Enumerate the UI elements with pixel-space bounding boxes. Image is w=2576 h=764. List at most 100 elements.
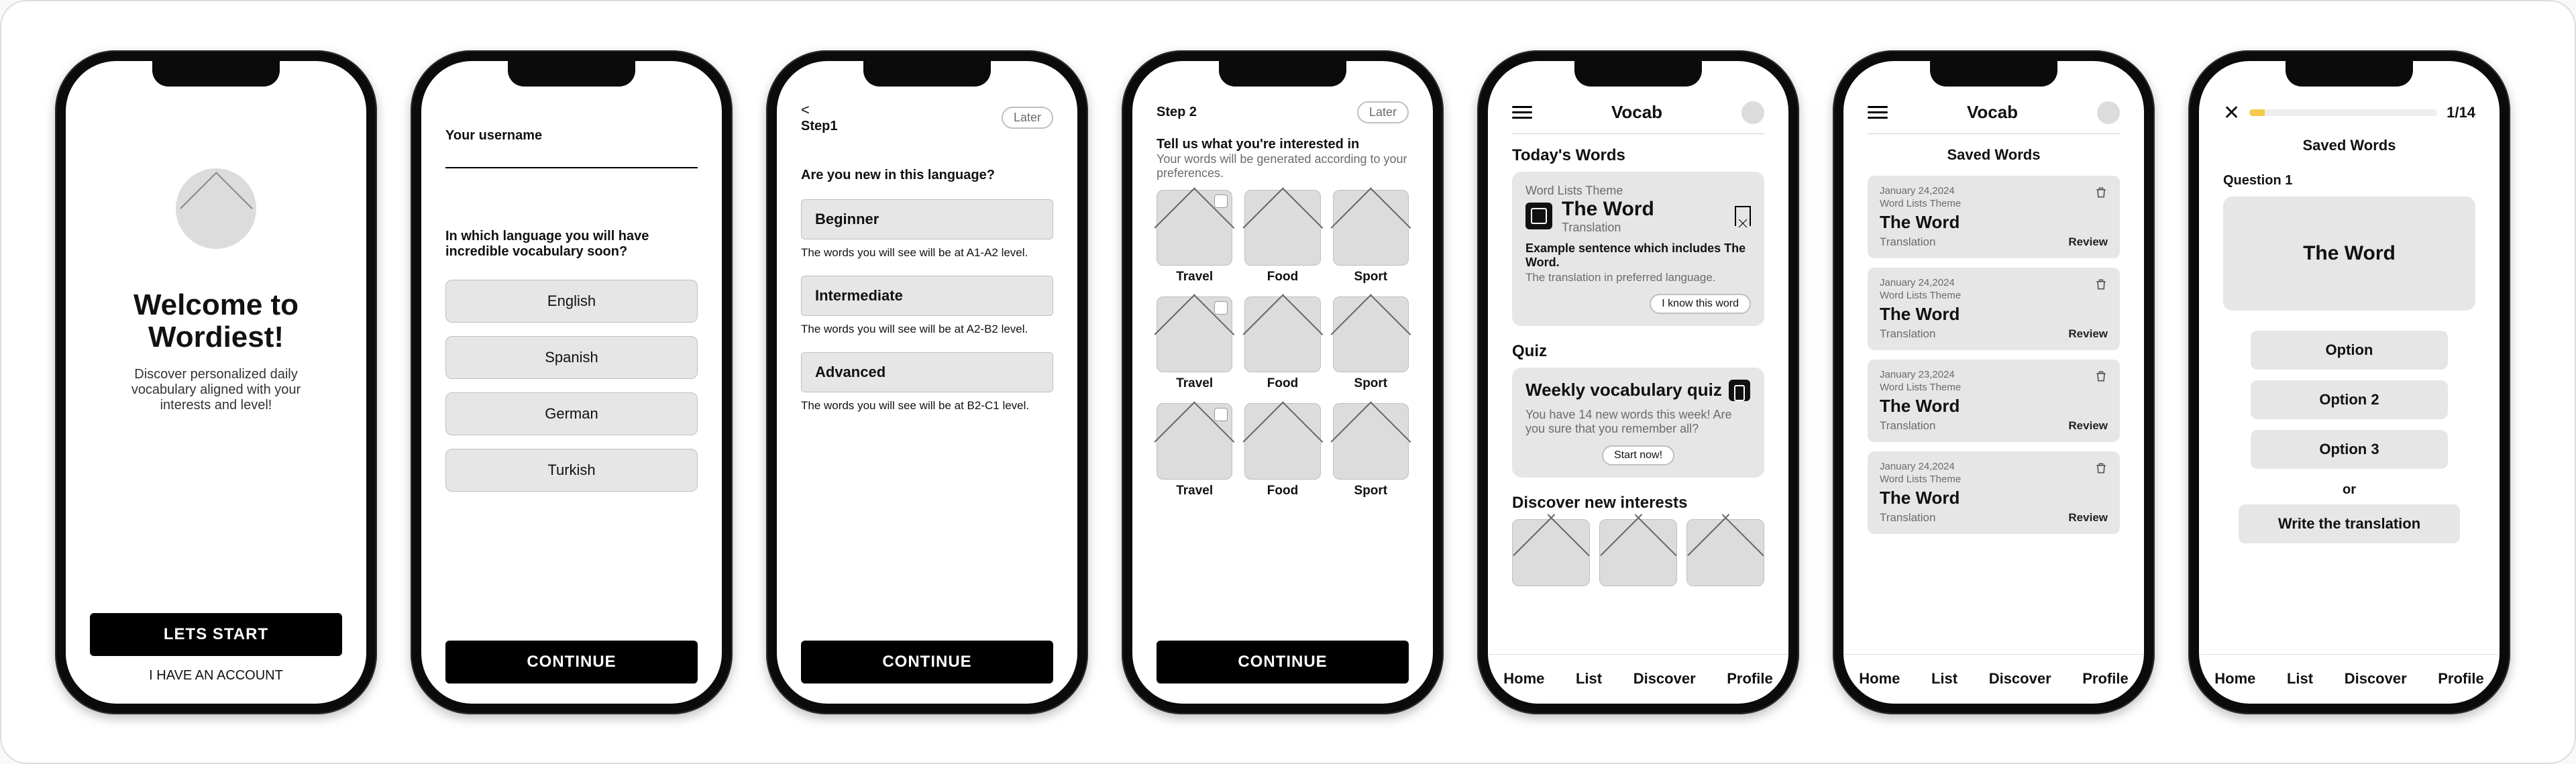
interest-tile[interactable]: [1157, 190, 1232, 266]
lang-option-german[interactable]: German: [445, 392, 698, 435]
nav-discover[interactable]: Discover: [1989, 670, 2051, 688]
quiz-option-2[interactable]: Option 2: [2251, 380, 2447, 419]
interest-tile[interactable]: [1244, 296, 1320, 372]
nav-home[interactable]: Home: [1859, 670, 1900, 688]
continue-button[interactable]: CONTINUE: [1157, 641, 1409, 684]
menu-icon[interactable]: [1868, 103, 1888, 122]
interest-tile[interactable]: [1244, 403, 1320, 479]
nav-home[interactable]: Home: [2214, 670, 2255, 688]
interest-tile[interactable]: [1333, 403, 1409, 479]
word-translation-label: Translation: [1562, 221, 1654, 235]
saved-date: January 24,2024: [1880, 277, 2108, 288]
avatar[interactable]: [1741, 101, 1764, 124]
write-translation-button[interactable]: Write the translation: [2239, 504, 2461, 543]
trash-icon[interactable]: [2094, 461, 2108, 479]
interest-label: Sport: [1354, 376, 1388, 391]
page-title: Vocab: [1888, 102, 2097, 123]
lets-start-button[interactable]: LETS START: [90, 613, 342, 656]
bottom-nav: Home List Discover Profile: [1843, 654, 2144, 704]
saved-date: January 23,2024: [1880, 369, 2108, 380]
trash-icon[interactable]: [2094, 185, 2108, 203]
quiz-card-text: You have 14 new words this week! Are you…: [1525, 408, 1751, 436]
lang-option-spanish[interactable]: Spanish: [445, 336, 698, 379]
word-title: The Word: [1562, 198, 1654, 221]
bookmark-icon[interactable]: [1735, 206, 1751, 226]
saved-word-item[interactable]: January 24,2024Word Lists ThemeThe WordT…: [1868, 451, 2120, 534]
discover-tile[interactable]: [1512, 519, 1590, 586]
review-button[interactable]: Review: [2068, 511, 2108, 525]
saved-word: The Word: [1880, 304, 2108, 325]
saved-word-item[interactable]: January 24,2024 Word Lists Theme The Word T…: [1868, 268, 2120, 350]
discover-tile[interactable]: [1599, 519, 1677, 586]
interest-tile[interactable]: [1333, 296, 1409, 372]
review-button[interactable]: Review: [2068, 419, 2108, 433]
interest-label: Food: [1267, 484, 1298, 498]
level-beginner[interactable]: Beginner: [801, 199, 1053, 239]
level-intermediate[interactable]: Intermediate: [801, 276, 1053, 316]
later-button[interactable]: Later: [1357, 101, 1409, 123]
lang-option-turkish[interactable]: Turkish: [445, 449, 698, 492]
interest-tile[interactable]: [1244, 190, 1320, 266]
phone-interests: Step 2 Later Tell us what you're interes…: [1122, 50, 1444, 714]
continue-button[interactable]: CONTINUE: [445, 641, 698, 684]
level-intermediate-note: The words you will see will be at A2-B2 …: [801, 323, 1053, 336]
phone-welcome: Welcome to Wordiest! Discover personaliz…: [55, 50, 377, 714]
nav-list[interactable]: List: [1576, 670, 1602, 688]
discover-strip: [1512, 519, 1764, 586]
phone-language: Your username In which language you will…: [411, 50, 733, 714]
nav-profile[interactable]: Profile: [2082, 670, 2128, 688]
continue-button[interactable]: CONTINUE: [801, 641, 1053, 684]
interest-tile[interactable]: [1333, 190, 1409, 266]
nav-list[interactable]: List: [2287, 670, 2313, 688]
saved-theme: Word Lists Theme: [1880, 290, 2108, 301]
saved-translation: Translation: [1880, 419, 1935, 433]
have-account-link[interactable]: I HAVE AN ACCOUNT: [90, 668, 342, 684]
nav-discover[interactable]: Discover: [1633, 670, 1696, 688]
nav-discover[interactable]: Discover: [2345, 670, 2407, 688]
saved-translation: Translation: [1880, 327, 1935, 341]
nav-list[interactable]: List: [1931, 670, 1957, 688]
know-word-button[interactable]: I know this word: [1650, 294, 1751, 314]
level-advanced-note: The words you will see will be at B2-C1 …: [801, 399, 1053, 413]
saved-title: Saved Words: [1868, 146, 2120, 164]
lang-option-english[interactable]: English: [445, 280, 698, 323]
or-label: or?: [2223, 482, 2475, 498]
nav-profile[interactable]: Profile: [2438, 670, 2483, 688]
quiz-counter: 1/14: [2447, 104, 2475, 121]
discover-tile[interactable]: [1686, 519, 1764, 586]
start-quiz-button[interactable]: Start now!: [1602, 445, 1674, 466]
quiz-option-1[interactable]: Option: [2251, 331, 2447, 370]
bottom-nav: Home List Discover Profile: [1488, 654, 1788, 704]
level-advanced[interactable]: Advanced: [801, 352, 1053, 392]
close-icon[interactable]: ✕: [2223, 101, 2240, 125]
review-button[interactable]: Review: [2068, 235, 2108, 249]
later-button[interactable]: Later: [1002, 107, 1053, 129]
interest-tile[interactable]: [1157, 296, 1232, 372]
saved-words-list: January 24,2024 Word Lists Theme The Word T…: [1868, 176, 2120, 543]
saved-word: The Word: [1880, 488, 2108, 508]
quiz-question-label: Question 1: [2223, 173, 2475, 188]
avatar[interactable]: [2097, 101, 2120, 124]
step-label: Step 2: [1157, 105, 1197, 120]
back-button[interactable]: <: [801, 101, 837, 119]
trash-icon[interactable]: [2094, 277, 2108, 295]
phone-level: < Step1 Later Are you new in this langua…: [766, 50, 1088, 714]
saved-word-item[interactable]: January 24,2024Word Lists ThemeThe WordT…: [1868, 176, 2120, 258]
menu-icon[interactable]: [1512, 103, 1532, 122]
todays-words-title: Today's Words: [1512, 146, 1764, 165]
review-button[interactable]: Review: [2068, 327, 2108, 341]
quiz-option-3[interactable]: Option 3: [2251, 430, 2447, 469]
saved-translation: Translation: [1880, 235, 1935, 249]
quiz-card: Weekly vocabulary quiz You have 14 new w…: [1512, 368, 1764, 478]
nav-home[interactable]: Home: [1503, 670, 1544, 688]
nav-profile[interactable]: Profile: [1727, 670, 1772, 688]
saved-word-item[interactable]: January 23,2024Word Lists ThemeThe WordT…: [1868, 360, 2120, 442]
discover-title: Discover new interests: [1512, 494, 1764, 512]
interest-tile[interactable]: [1157, 403, 1232, 479]
username-input[interactable]: [445, 144, 698, 168]
word-example-translation: The translation in preferred language.: [1525, 271, 1751, 284]
saved-word: The Word: [1880, 212, 2108, 233]
trash-icon[interactable]: [2094, 369, 2108, 387]
saved-title: Saved Words: [2223, 137, 2475, 154]
saved-theme: Word Lists Theme: [1880, 382, 2108, 393]
